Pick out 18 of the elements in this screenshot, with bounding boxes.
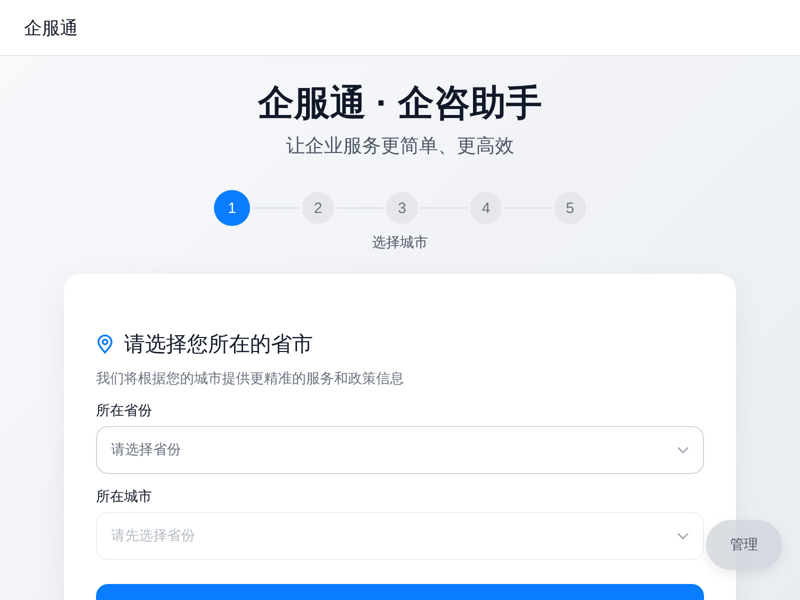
card-title: 请选择您所在的省市 [124, 332, 313, 358]
page-subtitle: 让企业服务更简单、更高效 [286, 135, 514, 159]
card-description: 我们将根据您的城市提供更精准的服务和政策信息 [96, 370, 405, 388]
step-indicator: 5 [554, 192, 586, 224]
step-caption: 选择城市 [372, 234, 428, 252]
page-title: 企服通 · 企咨助手 [258, 81, 542, 125]
location-pin-icon [96, 334, 114, 354]
step-indicator: 4 [470, 192, 502, 224]
brand-name[interactable]: 企服通 [24, 16, 78, 40]
select-field[interactable]: 请选择省份 [96, 426, 704, 474]
step-indicator: 2 [302, 192, 334, 224]
chevron-down-icon [677, 532, 689, 540]
chevron-down-icon [677, 446, 689, 454]
field-label: 所在省份 [96, 402, 153, 420]
field-label: 所在城市 [96, 488, 153, 506]
manage-button[interactable]: 管理 [706, 520, 782, 570]
step-indicator: 1 [214, 190, 250, 226]
step-indicator: 3 [386, 192, 418, 224]
